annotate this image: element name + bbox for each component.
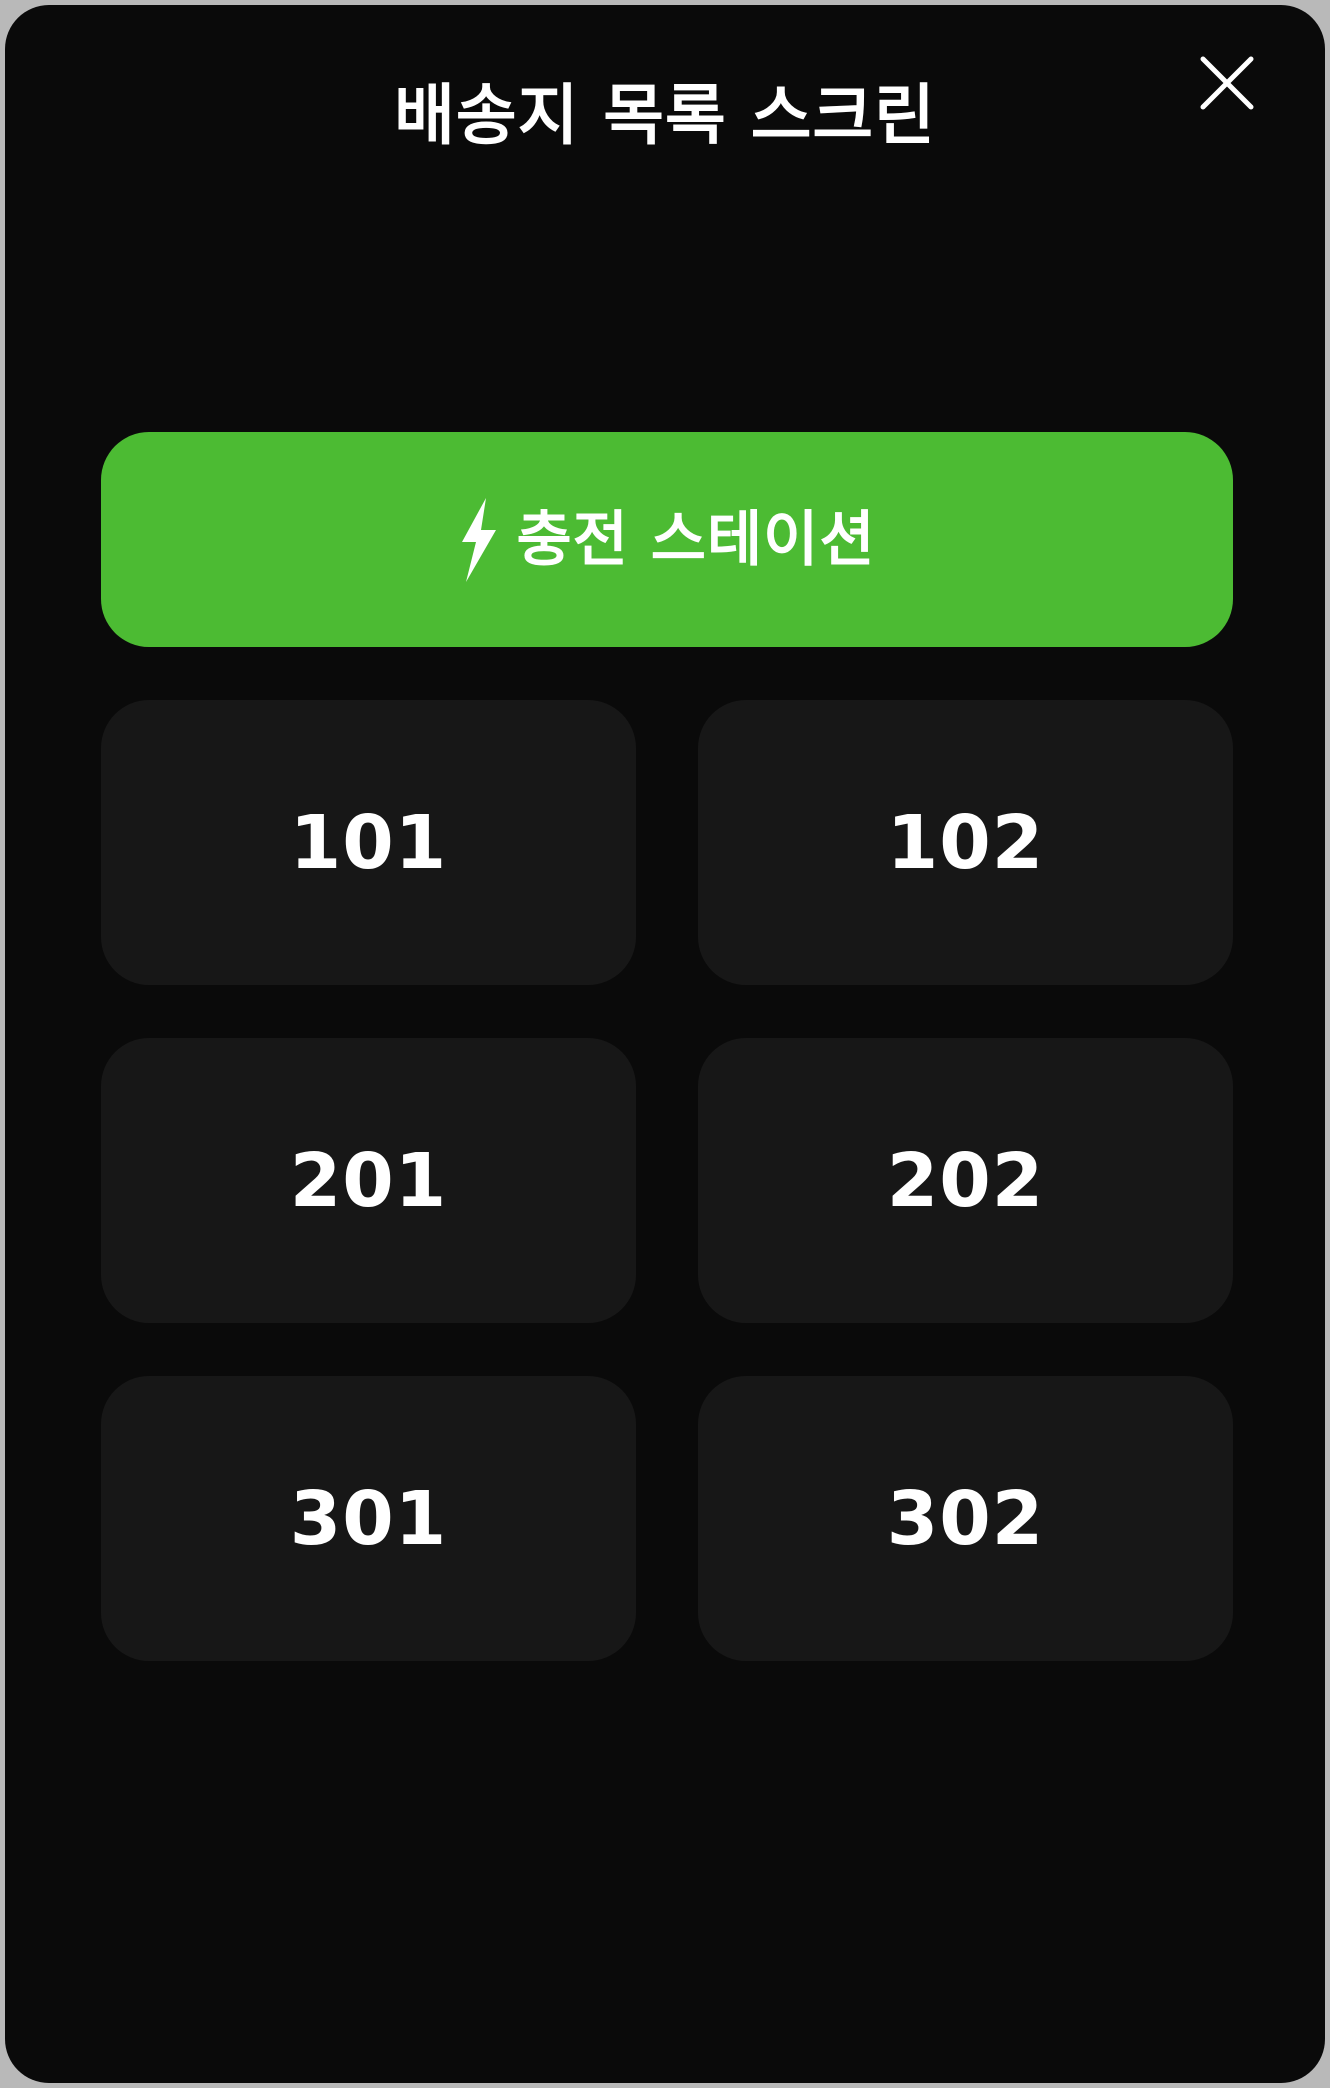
destination-label: 101 [289,799,448,886]
destination-label: 302 [886,1475,1045,1562]
charging-station-button[interactable]: 충전 스테이션 [101,432,1233,647]
destination-label: 201 [289,1137,448,1224]
charging-station-label: 충전 스테이션 [516,504,876,575]
destination-label: 102 [886,799,1045,886]
close-icon [1200,56,1254,110]
destination-button-202[interactable]: 202 [698,1038,1233,1323]
destination-label: 202 [886,1137,1045,1224]
destination-list-screen: 배송지 목록 스크린 충전 스테이션 101 102 201 202 301 3… [5,5,1325,2083]
destination-button-102[interactable]: 102 [698,700,1233,985]
destination-button-301[interactable]: 301 [101,1376,636,1661]
destination-grid: 101 102 201 202 301 302 [101,700,1233,1661]
destination-label: 301 [289,1475,448,1562]
close-button[interactable] [1189,45,1265,121]
destination-button-101[interactable]: 101 [101,700,636,985]
destination-button-302[interactable]: 302 [698,1376,1233,1661]
lightning-bolt-icon [458,497,498,582]
destination-button-201[interactable]: 201 [101,1038,636,1323]
page-title: 배송지 목록 스크린 [394,77,936,154]
